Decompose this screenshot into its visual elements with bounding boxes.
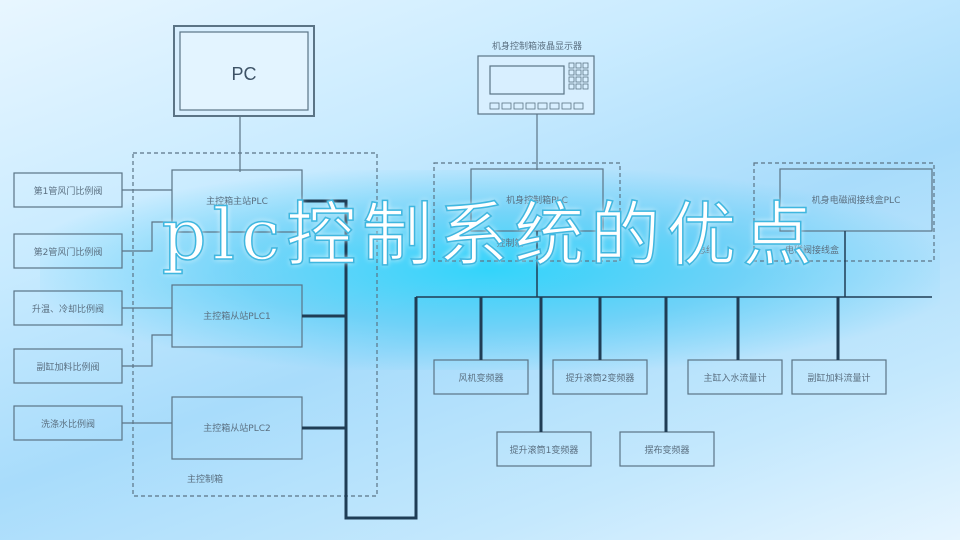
hmi-key (575, 62, 582, 69)
hmi-key (568, 62, 575, 69)
hmi-function-button (489, 102, 500, 110)
hmi-key (575, 83, 582, 90)
hmi-function-button (573, 102, 584, 110)
hmi-key (582, 69, 589, 76)
hmi-key (582, 83, 589, 90)
hmi-function-button (561, 102, 572, 110)
hmi-key (568, 76, 575, 83)
hmi-function-button (513, 102, 524, 110)
hmi-function-button (537, 102, 548, 110)
page-title: plc控制系统的优点 (161, 194, 819, 276)
hmi-key (575, 69, 582, 76)
hmi-key (568, 83, 575, 90)
hmi-key (575, 76, 582, 83)
hmi-function-button (549, 102, 560, 110)
hmi-function-button (525, 102, 536, 110)
hmi-key (568, 69, 575, 76)
hmi-key (582, 76, 589, 83)
hmi-function-button (501, 102, 512, 110)
hmi-key (582, 62, 589, 69)
